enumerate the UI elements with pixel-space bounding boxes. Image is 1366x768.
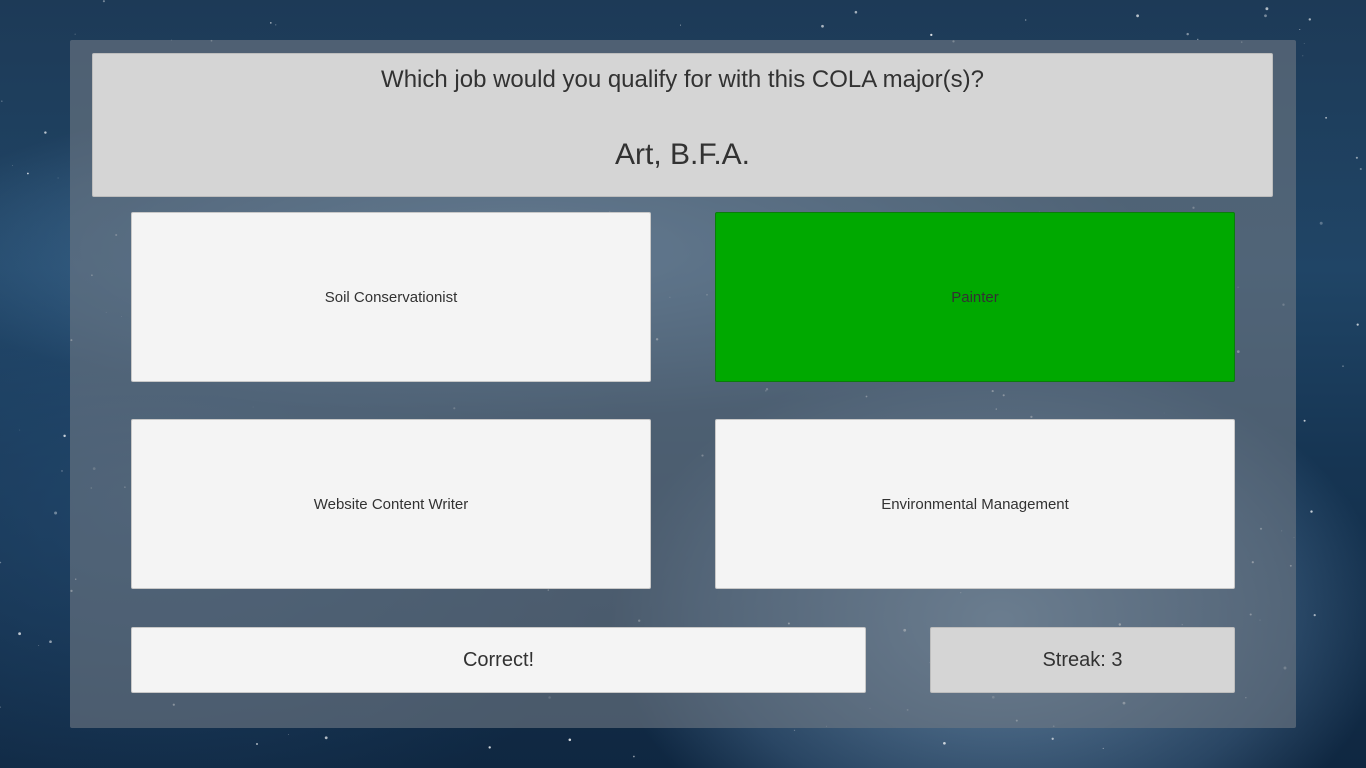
answer-button-3[interactable]: Website Content Writer	[131, 419, 651, 589]
star	[1355, 156, 1358, 159]
star	[488, 746, 491, 749]
star	[63, 434, 66, 438]
feedback-message: Correct!	[131, 627, 866, 693]
star	[1302, 55, 1304, 57]
star	[269, 22, 272, 24]
star	[854, 10, 858, 14]
answer-button-4[interactable]: Environmental Management	[715, 419, 1235, 589]
star	[1313, 614, 1316, 617]
star	[1308, 18, 1312, 21]
streak-counter: Streak: 3	[930, 627, 1235, 693]
answer-button-2[interactable]: Painter	[715, 212, 1235, 382]
star	[275, 24, 277, 26]
star	[19, 429, 21, 431]
star	[1265, 7, 1269, 11]
star	[1186, 32, 1189, 36]
star	[38, 645, 40, 647]
star	[1303, 43, 1305, 44]
star	[1359, 167, 1362, 171]
star	[1264, 14, 1267, 18]
space-background: Which job would you qualify for with thi…	[0, 0, 1366, 768]
star	[1025, 19, 1027, 21]
star	[1310, 510, 1313, 513]
star	[680, 24, 681, 26]
star	[568, 738, 572, 742]
star	[57, 177, 59, 179]
star	[1102, 747, 1104, 749]
star	[11, 165, 13, 167]
star	[27, 172, 29, 175]
major-name: Art, B.F.A.	[614, 138, 751, 171]
star	[1136, 14, 1139, 18]
star	[1319, 221, 1323, 225]
star	[324, 736, 328, 740]
question-prompt: Which job would you qualify for with thi…	[381, 66, 984, 93]
star	[821, 24, 824, 28]
star	[793, 729, 796, 732]
star	[633, 755, 635, 758]
star	[1303, 419, 1306, 422]
star	[102, 0, 105, 3]
star	[0, 561, 2, 564]
answer-button-1[interactable]: Soil Conservationist	[131, 212, 651, 382]
star	[943, 741, 946, 745]
star	[18, 632, 21, 636]
star	[1325, 116, 1328, 119]
star	[930, 33, 933, 37]
star	[54, 511, 58, 515]
star	[0, 706, 1, 708]
star	[1051, 737, 1054, 740]
star	[288, 734, 290, 736]
star	[1299, 29, 1301, 31]
star	[1, 100, 3, 102]
star	[256, 743, 258, 745]
question-header: Which job would you qualify for with thi…	[92, 53, 1273, 197]
star	[1342, 365, 1344, 367]
star	[74, 33, 76, 35]
star	[61, 470, 63, 472]
star	[1356, 323, 1359, 326]
star	[49, 640, 52, 644]
star	[44, 131, 47, 134]
